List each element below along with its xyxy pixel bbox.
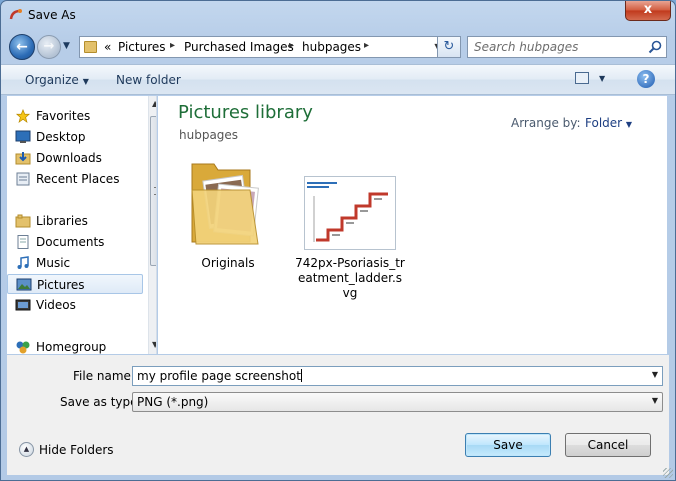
breadcrumb-pictures[interactable]: Pictures <box>118 40 166 54</box>
scrollbar-thumb[interactable] <box>150 116 156 266</box>
videos-icon <box>15 299 31 311</box>
nav-item-label: Music <box>36 256 71 270</box>
image-thumbnail-icon <box>304 176 396 250</box>
nav-libraries[interactable]: Libraries <box>7 211 143 231</box>
file-item-label-line2: eatment_ladder.s <box>297 271 403 285</box>
change-view-icon[interactable] <box>575 72 589 84</box>
nav-item-downloads[interactable]: Downloads <box>7 148 143 168</box>
resize-grip[interactable] <box>663 468 673 478</box>
nav-item-documents[interactable]: Documents <box>7 232 143 252</box>
save-as-type-label: Save as type: <box>60 395 142 409</box>
nav-item-recent-places[interactable]: Recent Places <box>7 169 143 189</box>
chevron-down-icon: ▼ <box>625 120 633 129</box>
window-title: Save As <box>28 8 76 22</box>
nav-libraries-label: Libraries <box>36 214 88 228</box>
file-name-value: my profile page screenshot <box>137 369 302 383</box>
nav-item-desktop[interactable]: Desktop <box>7 127 143 147</box>
nav-homegroup-label: Homegroup <box>36 340 107 354</box>
recent-places-icon <box>16 172 30 186</box>
breadcrumb-purchased-images[interactable]: Purchased Images <box>184 40 294 54</box>
pictures-icon <box>16 278 32 291</box>
search-placeholder: Search hubpages <box>474 40 579 54</box>
nav-item-label: Desktop <box>36 130 86 144</box>
arrange-by-label: Arrange by: <box>511 116 581 130</box>
organize-menu[interactable]: Organize ▼ <box>25 73 89 87</box>
save-as-type-select[interactable]: PNG (*.png) ▼ <box>132 392 663 412</box>
file-item-psoriasis-svg[interactable]: 742px-Psoriasis_tr eatment_ladder.s vg <box>294 156 406 306</box>
nav-favorites-label: Favorites <box>36 109 91 123</box>
library-title: Pictures library <box>178 102 313 123</box>
save-as-type-value: PNG (*.png) <box>137 395 209 409</box>
nav-item-music[interactable]: Music <box>7 253 143 273</box>
scroll-down-icon[interactable]: ▼ <box>152 340 156 349</box>
file-name-label: File name: <box>73 369 135 383</box>
nav-item-label: Videos <box>36 298 76 312</box>
folder-icon <box>84 41 97 53</box>
nav-item-label: Recent Places <box>36 172 120 186</box>
arrange-by-dropdown[interactable]: Folder ▼ <box>585 116 632 130</box>
documents-icon <box>17 235 29 249</box>
command-bar: Organize ▼ New folder ▼ ? <box>1 64 675 95</box>
libraries-icon <box>15 214 31 228</box>
help-icon[interactable]: ? <box>637 70 655 88</box>
hide-folders-label: Hide Folders <box>39 443 114 457</box>
file-name-dropdown-icon[interactable]: ▼ <box>652 370 658 379</box>
file-item-label-line1: 742px-Psoriasis_tr <box>295 256 405 270</box>
nav-item-label: Downloads <box>36 151 102 165</box>
desktop-icon <box>15 130 31 143</box>
nav-item-videos[interactable]: Videos <box>7 295 143 315</box>
nav-homegroup[interactable]: Homegroup <box>7 337 143 354</box>
save-as-dialog: Save As x ← → ▼ « Pictures ▸ Purchased I… <box>0 0 676 481</box>
title-bar[interactable]: Save As x <box>1 1 675 31</box>
refresh-icon[interactable]: ↻ <box>437 36 461 58</box>
downloads-icon <box>15 152 31 165</box>
address-bar[interactable]: « Pictures ▸ Purchased Images ▸ hubpages… <box>79 36 429 58</box>
folder-icon <box>191 163 259 245</box>
navigation-pane: Favorites Desktop Downloads Recent Place… <box>7 96 157 354</box>
address-row: ← → ▼ « Pictures ▸ Purchased Images ▸ hu… <box>1 31 675 63</box>
file-list-pane: Pictures library hubpages Arrange by: Fo… <box>158 96 667 354</box>
save-button[interactable]: Save <box>465 433 551 457</box>
file-item-label: Originals <box>201 256 255 270</box>
nav-favorites[interactable]: Favorites <box>7 106 143 126</box>
view-options-dropdown-icon[interactable]: ▼ <box>599 74 605 83</box>
file-item-originals[interactable]: Originals <box>172 156 284 276</box>
nav-scrollbar[interactable]: ▲ ▼ <box>148 96 156 354</box>
breadcrumb-hubpages[interactable]: hubpages <box>302 40 361 54</box>
recent-pages-dropdown-icon[interactable]: ▼ <box>63 41 70 51</box>
back-button[interactable]: ← <box>9 34 35 60</box>
search-input[interactable]: Search hubpages <box>467 36 667 58</box>
file-item-label-line3: vg <box>342 286 358 300</box>
chevron-down-icon: ▼ <box>82 77 89 86</box>
cancel-button[interactable]: Cancel <box>565 433 651 457</box>
close-button[interactable]: x <box>625 1 671 21</box>
homegroup-icon <box>16 341 30 354</box>
save-options-panel: File name: my profile page screenshot ▼ … <box>7 355 669 475</box>
breadcrumb-separator[interactable]: ▸ <box>170 40 175 51</box>
new-folder-button[interactable]: New folder <box>116 73 181 87</box>
organize-label: Organize <box>25 73 79 87</box>
library-subtitle: hubpages <box>179 128 239 142</box>
search-icon[interactable] <box>648 40 662 54</box>
file-name-field[interactable]: my profile page screenshot ▼ <box>132 366 663 386</box>
arrange-by-value: Folder <box>585 116 623 130</box>
chevron-down-icon: ▼ <box>651 396 658 405</box>
music-icon <box>17 256 29 269</box>
app-icon <box>9 9 22 20</box>
breadcrumb-separator[interactable]: ▸ <box>289 40 294 51</box>
nav-item-label: Documents <box>36 235 105 249</box>
breadcrumb-overflow[interactable]: « <box>104 40 111 54</box>
scroll-up-icon[interactable]: ▲ <box>152 99 156 108</box>
nav-item-pictures[interactable]: Pictures <box>7 274 143 294</box>
star-icon <box>15 109 31 123</box>
breadcrumb-separator[interactable]: ▸ <box>364 40 369 51</box>
nav-item-label: Pictures <box>37 278 85 292</box>
forward-button[interactable]: → <box>37 35 61 59</box>
chevron-up-icon: ▲ <box>19 442 34 457</box>
